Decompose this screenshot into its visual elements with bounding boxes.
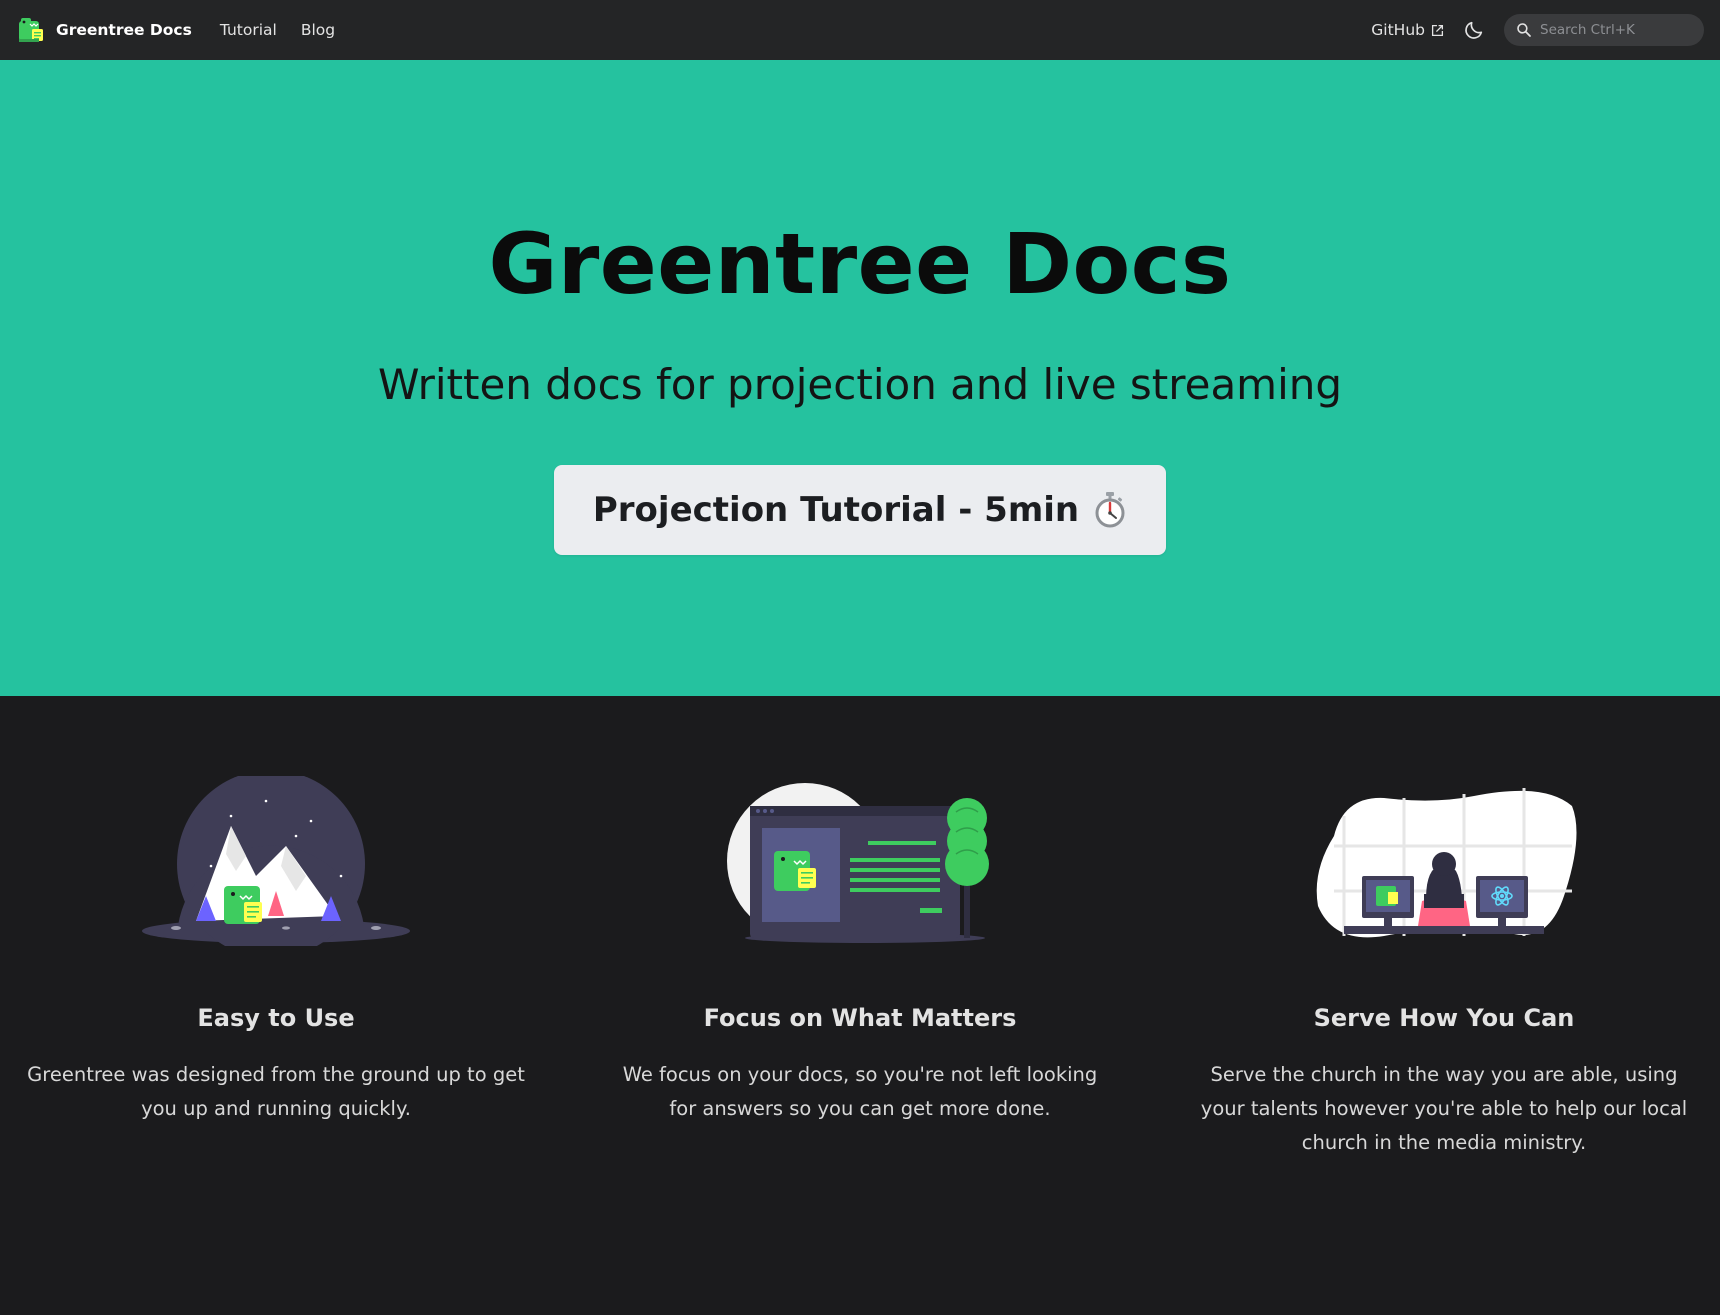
mountains-illustration-icon <box>142 776 410 946</box>
feature-description: Serve the church in the way you are able… <box>1200 1063 1688 1154</box>
stopwatch-icon <box>1095 492 1125 528</box>
brand-link[interactable]: Greentree Docs <box>16 15 192 45</box>
brand-title: Greentree Docs <box>56 21 192 39</box>
hero-banner: Greentree Docs Written docs for projecti… <box>0 60 1720 696</box>
search-icon <box>1517 23 1531 37</box>
docs-screen-illustration-icon <box>727 783 989 943</box>
feature-description: Greentree was designed from the ground u… <box>27 1063 525 1120</box>
feature-description: We focus on your docs, so you're not lef… <box>622 1063 1098 1120</box>
nav-left-links: Tutorial Blog <box>220 21 335 39</box>
hero-title: Greentree Docs <box>488 215 1232 313</box>
feature-card-easy-to-use: Easy to Use Greentree was designed from … <box>6 776 546 1126</box>
media-desk-illustration-icon <box>1316 788 1577 938</box>
moon-icon <box>1465 21 1483 39</box>
github-link-label: GitHub <box>1371 21 1425 39</box>
feature-card-serve: Serve How You Can Serve the church in th… <box>1174 776 1714 1160</box>
github-link[interactable]: GitHub <box>1371 21 1444 39</box>
nav-right: GitHub Search Ctrl+K <box>1371 14 1704 46</box>
dinosaur-logo-icon <box>19 18 43 42</box>
nav-link-blog[interactable]: Blog <box>301 21 335 39</box>
feature-title: Serve How You Can <box>1313 1004 1575 1032</box>
nav-link-tutorial[interactable]: Tutorial <box>220 21 277 39</box>
external-link-icon <box>1431 24 1444 36</box>
search-placeholder: Search Ctrl+K <box>1540 22 1635 38</box>
feature-title: Easy to Use <box>197 1004 355 1032</box>
theme-toggle-button[interactable] <box>1458 14 1490 46</box>
search-input[interactable]: Search Ctrl+K <box>1504 14 1704 46</box>
hero-subtitle: Written docs for projection and live str… <box>377 360 1343 409</box>
feature-card-focus: Focus on What Matters We focus on your d… <box>590 776 1130 1126</box>
projection-tutorial-button-label: Projection Tutorial - 5min <box>592 490 1080 530</box>
feature-title: Focus on What Matters <box>703 1004 1017 1032</box>
navbar: Greentree Docs Tutorial Blog GitHub Sear… <box>0 0 1720 60</box>
projection-tutorial-button[interactable]: Projection Tutorial - 5min <box>554 465 1166 555</box>
features-section: Easy to Use Greentree was designed from … <box>0 696 1720 1315</box>
